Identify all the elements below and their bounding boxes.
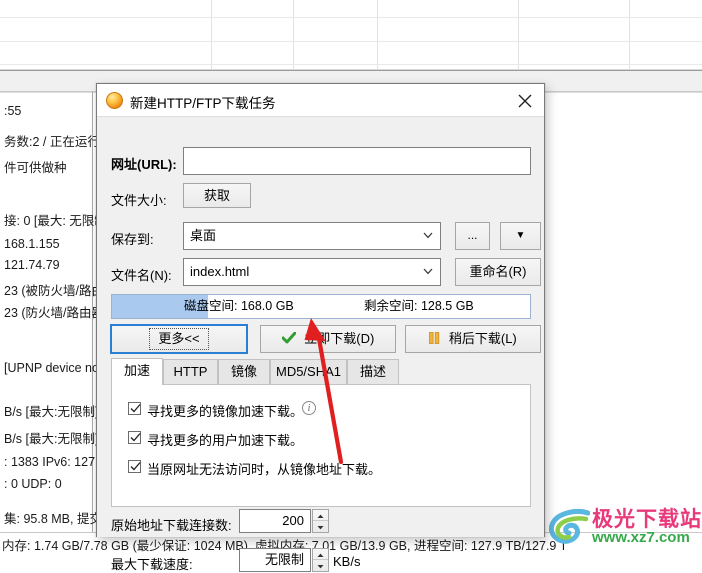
connections-label: 原始地址下载连接数:: [111, 518, 232, 533]
info-icon[interactable]: i: [302, 401, 316, 415]
stepper-down-icon[interactable]: [313, 560, 328, 571]
stepper-up-icon[interactable]: [313, 549, 328, 560]
rename-button[interactable]: 重命名(R): [455, 258, 541, 286]
max-speed-label: 最大下载速度:: [111, 557, 193, 572]
bg-status-line: B/s [最大:无限制]: [4, 405, 99, 419]
download-now-label: 立即下载(D): [304, 331, 375, 346]
saveto-history-dropdown-button[interactable]: ▼: [500, 222, 541, 250]
bg-status-line: 接: 0 [最大: 无限制: [4, 214, 107, 228]
chevron-down-icon: [423, 232, 433, 239]
saveto-label: 保存到:: [111, 232, 154, 247]
bg-status-line: :55: [4, 104, 22, 118]
bg-status-line: 168.1.155: [4, 237, 60, 251]
bg-status-line: 集: 95.8 MB, 提交: [4, 512, 102, 526]
more-options-button[interactable]: 更多<<: [110, 324, 248, 354]
tab-strip: 加速 HTTP 镜像 MD5/SHA1 描述: [111, 358, 531, 385]
tab-acceleration[interactable]: 加速: [111, 358, 163, 385]
background-spreadsheet-grid: [0, 0, 702, 70]
check-icon: [281, 331, 297, 344]
bg-status-line: [UPNP device no: [4, 361, 99, 375]
download-now-button[interactable]: 立即下载(D): [260, 325, 396, 353]
max-speed-stepper-buttons[interactable]: [312, 548, 329, 572]
tab-http[interactable]: HTTP: [163, 359, 218, 385]
filename-combobox[interactable]: index.html: [183, 258, 441, 286]
tab-mirror[interactable]: 镜像: [218, 359, 270, 385]
bg-status-line: 23 (防火墙/路由器: [4, 306, 105, 320]
checkbox-label-find-mirrors: 寻找更多的镜像加速下载。: [147, 404, 304, 419]
stepper-up-icon[interactable]: [313, 510, 328, 521]
bg-status-line: : 0 UDP: 0: [4, 477, 62, 491]
checkbox-fallback-mirror[interactable]: [128, 460, 141, 473]
new-download-task-dialog: 新建HTTP/FTP下载任务 网址(URL): 文件大小: 获取 保存到: 桌面…: [96, 83, 545, 572]
disk-total-label: 磁盘空间: 168.0 GB: [184, 299, 294, 313]
max-speed-value[interactable]: 无限制: [239, 548, 311, 572]
download-later-button[interactable]: 稍后下载(L): [405, 325, 541, 353]
download-later-label: 稍后下载(L): [448, 331, 517, 346]
tab-md5-sha1[interactable]: MD5/SHA1: [270, 359, 347, 385]
browse-folder-button[interactable]: ...: [455, 222, 490, 250]
stepper-down-icon[interactable]: [313, 521, 328, 532]
disk-space-bar: 磁盘空间: 168.0 GB 剩余空间: 128.5 GB: [111, 294, 531, 319]
checkbox-find-users[interactable]: [128, 431, 141, 444]
url-input[interactable]: [183, 147, 531, 175]
pause-icon: [429, 332, 440, 344]
bg-status-line: 件可供做种: [4, 161, 67, 175]
chevron-down-icon: [423, 268, 433, 275]
more-options-label: 更多<<: [149, 328, 209, 350]
connections-value[interactable]: 200: [239, 509, 311, 533]
filename-label: 文件名(N):: [111, 268, 172, 283]
tab-description[interactable]: 描述: [347, 359, 399, 385]
fetch-filesize-button[interactable]: 获取: [183, 183, 251, 208]
dialog-title-bar: 新建HTTP/FTP下载任务: [97, 84, 544, 117]
download-ball-icon: [106, 92, 123, 109]
dialog-body: 网址(URL): 文件大小: 获取 保存到: 桌面 ... ▼ 文件名(N): …: [97, 117, 544, 572]
disk-free-label: 剩余空间: 128.5 GB: [364, 299, 474, 313]
url-label: 网址(URL):: [111, 157, 177, 172]
saveto-combobox[interactable]: 桌面: [183, 222, 441, 250]
checkbox-label-fallback-mirror: 当原网址无法访问时，从镜像地址下载。: [147, 462, 382, 477]
checkbox-label-find-users: 寻找更多的用户加速下载。: [147, 433, 304, 448]
bg-status-line: : 1383 IPv6: 127: [4, 455, 96, 469]
saveto-value: 桌面: [190, 228, 217, 243]
filesize-label: 文件大小:: [111, 193, 167, 208]
bg-status-line: B/s [最大:无限制]: [4, 432, 99, 446]
tab-page-acceleration: 寻找更多的镜像加速下载。 i 寻找更多的用户加速下载。 当原网址无法访问时，从镜…: [111, 384, 531, 507]
connections-stepper-buttons[interactable]: [312, 509, 329, 533]
bg-status-line: 121.74.79: [4, 258, 60, 272]
dialog-title: 新建HTTP/FTP下载任务: [130, 96, 276, 111]
checkbox-find-mirrors[interactable]: [128, 402, 141, 415]
close-icon[interactable]: [512, 89, 538, 112]
bg-status-line: 务数:2 / 正在运行:: [4, 135, 104, 149]
bg-status-line: 23 (被防火墙/路由: [4, 284, 105, 298]
filename-value: index.html: [190, 264, 250, 279]
max-speed-unit: KB/s: [333, 554, 361, 569]
